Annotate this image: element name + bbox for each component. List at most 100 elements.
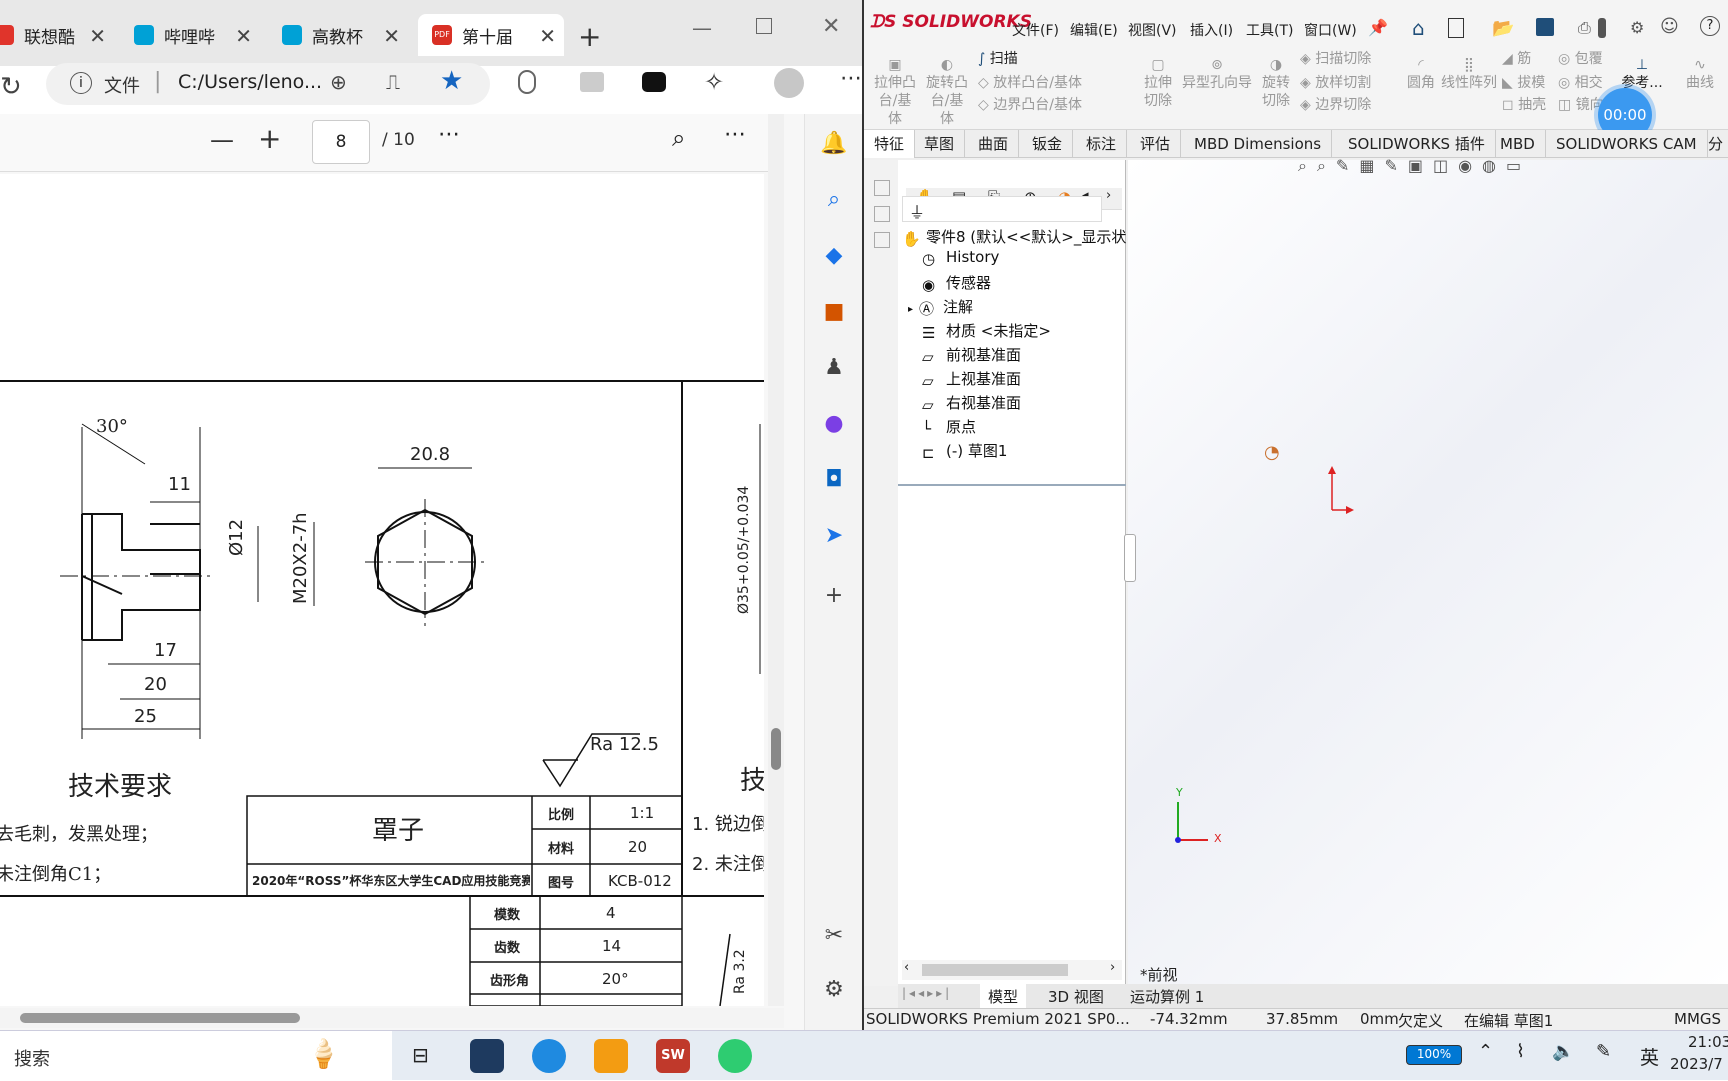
fm-hscrollbar[interactable]: ‹ ›	[902, 960, 1122, 980]
tab-features[interactable]: 特征	[864, 130, 916, 158]
menu-edit[interactable]: 编辑(E)	[1070, 20, 1118, 40]
extrude-cut-button[interactable]: ▢ 拉伸切除	[1138, 56, 1178, 110]
boundary-cut-button[interactable]: ◈ 边界切除	[1300, 96, 1400, 114]
tab-addins[interactable]: SOLIDWORKS 插件	[1338, 130, 1496, 158]
sweep-button[interactable]: ∫ 扫描	[978, 50, 1038, 68]
tree-item-right-plane[interactable]: ▱ 右视基准面	[922, 392, 1021, 414]
solidworks-taskbar-icon[interactable]: SW	[656, 1039, 690, 1073]
scroll-thumb[interactable]	[771, 728, 781, 770]
mouse-extension-icon[interactable]	[518, 70, 536, 94]
chess-icon[interactable]: ♟	[819, 352, 849, 382]
tab-surfaces[interactable]: 曲面	[968, 130, 1020, 158]
close-icon[interactable]: ✕	[539, 24, 556, 48]
tree-item-sensors[interactable]: ◉ 传感器	[922, 272, 991, 294]
tray-arrow-icon[interactable]: ⌃	[1478, 1041, 1493, 1062]
bell-icon[interactable]: 🔔	[819, 128, 849, 158]
wrap-button[interactable]: ◎ 包覆	[1558, 50, 1608, 68]
add-icon[interactable]: +	[819, 580, 849, 610]
zoom-out-button[interactable]: —	[210, 126, 234, 154]
filter-box[interactable]: ⏚	[902, 196, 1102, 222]
close-icon[interactable]: ✕	[383, 24, 400, 48]
search-box[interactable]: 搜索 🍦	[0, 1031, 392, 1081]
task-icon[interactable]	[874, 232, 890, 248]
tag-icon[interactable]: ◆	[819, 240, 849, 270]
ime-indicator[interactable]: 英	[1640, 1043, 1659, 1070]
status-units[interactable]: MMGS	[1674, 1010, 1721, 1028]
pen-icon[interactable]: ✎	[1596, 1041, 1611, 1062]
pane-collapse-handle[interactable]	[1124, 534, 1136, 582]
zoom-in-button[interactable]: +	[258, 122, 281, 155]
tab-markup[interactable]: 标注	[1076, 130, 1128, 158]
hole-wizard-button[interactable]: ⊚ 异型孔向导	[1182, 56, 1252, 92]
draft-button[interactable]: ◣ 拔模	[1502, 74, 1548, 92]
volume-icon[interactable]: 🔈	[1552, 1041, 1574, 1062]
tab-mbd[interactable]: MBD	[1490, 130, 1546, 158]
address-bar[interactable]: i 文件 | C:/Users/leno...	[46, 63, 490, 105]
url-text[interactable]: C:/Users/leno...	[178, 71, 322, 93]
tab-cam[interactable]: SOLIDWORKS CAM	[1546, 130, 1708, 158]
page-number-input[interactable]: 8	[312, 120, 370, 164]
tab-sheet-metal[interactable]: 钣金	[1022, 130, 1074, 158]
user-icon[interactable]: ☺	[1660, 16, 1679, 37]
favorite-star-icon[interactable]: ★	[440, 66, 463, 96]
swept-cut-button[interactable]: ◈ 扫描切除	[1300, 50, 1400, 68]
image-extension-icon[interactable]	[580, 72, 604, 92]
expand-arrow-icon[interactable]: ▸	[908, 304, 913, 315]
clock-date[interactable]: 2023/7	[1670, 1055, 1723, 1073]
tab-more[interactable]: 分	[1698, 130, 1728, 158]
send-icon[interactable]: ➤	[819, 520, 849, 550]
tab-mbd-dimensions[interactable]: MBD Dimensions	[1184, 130, 1333, 158]
minimize-button[interactable]: —	[692, 16, 712, 40]
more-menu-icon[interactable]: ⋯	[840, 66, 862, 91]
tree-item-annotations[interactable]: ▸ Ⓐ 注解	[908, 296, 973, 318]
tab-3d-view[interactable]: 3D 视图	[1042, 984, 1110, 1008]
close-icon[interactable]: ✕	[89, 24, 106, 48]
clock-time[interactable]: 21:03	[1688, 1033, 1728, 1051]
menu-file[interactable]: 文件(F)	[1012, 20, 1059, 40]
edge-icon[interactable]	[532, 1039, 566, 1073]
fillet-button[interactable]: ◜ 圆角	[1404, 56, 1438, 92]
screenshot-icon[interactable]: ✂	[819, 920, 849, 950]
read-aloud-icon[interactable]: ⎍	[386, 70, 400, 94]
shell-button[interactable]: ◻ 抽壳	[1502, 96, 1548, 114]
boundary-boss-button[interactable]: ◇ 边界凸台/基体	[978, 96, 1128, 114]
tree-item-origin[interactable]: └ 原点	[922, 416, 976, 438]
tab-lenovo[interactable]: 联想酷 ✕	[0, 14, 114, 56]
reference-geometry-button[interactable]: ⊥ 参考...	[1620, 56, 1664, 92]
scroll-thumb[interactable]	[922, 964, 1068, 976]
menu-view[interactable]: 视图(V)	[1128, 20, 1177, 40]
lofted-cut-button[interactable]: ◈ 放样切割	[1300, 74, 1400, 92]
tab-evaluate[interactable]: 评估	[1130, 130, 1182, 158]
profile-avatar[interactable]	[774, 68, 804, 98]
home-icon[interactable]: ⌂	[1412, 16, 1425, 40]
intersect-button[interactable]: ◎ 相交	[1558, 74, 1608, 92]
toolbox-icon[interactable]: ■	[819, 296, 849, 326]
maximize-button[interactable]	[756, 18, 772, 34]
tree-item-material[interactable]: ☰ 材质 <未指定>	[922, 320, 1051, 342]
pdf-horizontal-scrollbar[interactable]	[0, 1008, 784, 1028]
tree-item-history[interactable]: ◷ History	[922, 248, 999, 268]
wechat-icon[interactable]	[718, 1039, 752, 1073]
heads-up-toolbar[interactable]: ⌕⌕✎▦✎▣◫◉◍▭	[1298, 156, 1648, 182]
tab-pdf[interactable]: PDF 第十届 ✕	[418, 14, 564, 56]
print-icon[interactable]: ⎙	[1578, 18, 1591, 38]
close-icon[interactable]: ✕	[235, 24, 252, 48]
options-gear-icon[interactable]: ⚙	[1630, 18, 1644, 37]
task-icon[interactable]	[874, 180, 890, 196]
tab-scroll-right-icon[interactable]: ›	[1106, 188, 1111, 203]
pdf-vertical-scrollbar[interactable]	[768, 114, 784, 1006]
tree-item-sketch1[interactable]: ⊏ (-) 草图1	[922, 440, 1007, 462]
save-icon[interactable]	[1536, 18, 1554, 36]
settings-gear-icon[interactable]: ⚙	[819, 974, 849, 1004]
zoom-icon[interactable]: ⊕	[330, 70, 347, 94]
pdf-search-icon[interactable]: ⌕	[672, 124, 685, 152]
linear-pattern-button[interactable]: ⣿ 线性阵列	[1440, 56, 1498, 92]
window-close-button[interactable]: ✕	[822, 14, 840, 39]
revolve-boss-button[interactable]: ◐ 旋转凸台/基体	[924, 56, 970, 128]
tree-root[interactable]: ✋ 零件8 (默认<<默认>_显示状	[902, 226, 1126, 248]
open-folder-icon[interactable]: 📂	[1492, 18, 1514, 39]
menu-tools[interactable]: 工具(T)	[1246, 20, 1293, 40]
app-icon[interactable]	[594, 1039, 628, 1073]
extrude-boss-button[interactable]: ▣ 拉伸凸台/基体	[872, 56, 918, 128]
scroll-thumb[interactable]	[20, 1013, 300, 1023]
